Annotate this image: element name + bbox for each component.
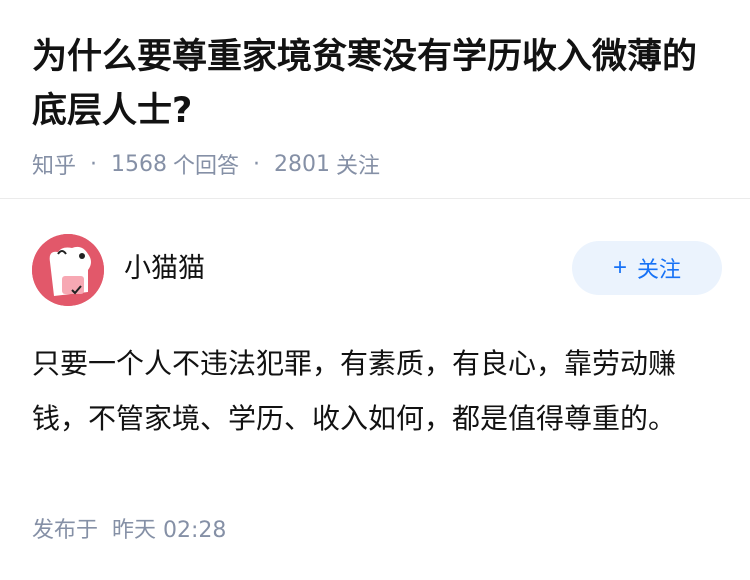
answer-content[interactable]: 只要一个人不违法犯罪，有素质，有良心，靠劳动赚钱，不管家境、学历、收入如何，都是… [32, 336, 704, 446]
answer-count-label: 个回答 [173, 154, 240, 179]
separator-dot: · [253, 151, 261, 177]
follower-count-label: 关注 [336, 154, 381, 179]
follow-button-label: 关注 [637, 257, 682, 282]
plus-icon: + [612, 254, 627, 281]
question-meta: 知乎 · 1568 个回答 · 2801 关注 [32, 148, 722, 180]
published-time: 昨天 02:28 [112, 518, 227, 543]
answer-card: 小猫猫 + 关注 只要一个人不违法犯罪，有素质，有良心，靠劳动赚钱，不管家境、学… [32, 232, 722, 446]
author-name[interactable]: 小猫猫 [124, 246, 205, 285]
cat-avatar-icon [32, 234, 104, 306]
question-title[interactable]: 为什么要尊重家境贫寒没有学历收入微薄的底层人士? [32, 30, 722, 138]
answer-count: 1568 [111, 151, 168, 177]
published-info: 发布于 昨天 02:28 [32, 512, 226, 544]
section-divider [0, 198, 750, 199]
avatar[interactable] [32, 234, 104, 306]
author-row: 小猫猫 + 关注 [32, 232, 722, 308]
follower-count: 2801 [274, 151, 331, 177]
source-label[interactable]: 知乎 [32, 148, 76, 180]
separator-dot: · [90, 151, 98, 177]
question-header: 为什么要尊重家境贫寒没有学历收入微薄的底层人士? 知乎 · 1568 个回答 ·… [32, 30, 722, 180]
follow-button[interactable]: + 关注 [572, 241, 722, 295]
published-label: 发布于 [32, 518, 99, 543]
